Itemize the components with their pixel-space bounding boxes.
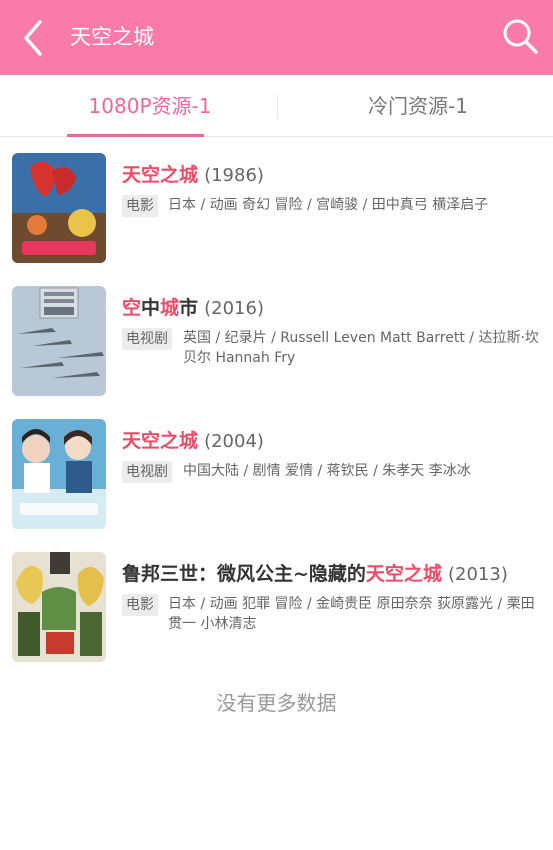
title-highlight: 城 <box>160 297 180 319</box>
type-badge: 电影 <box>122 195 158 217</box>
release-year: (2013) <box>447 564 508 585</box>
meta-text: 中国大陆 / 剧情 爱情 / 蒋钦民 / 朱孝天 李冰冰 <box>183 463 471 479</box>
page-title: 天空之城 <box>70 25 154 49</box>
title-highlight: 天空之城 <box>122 164 199 186</box>
poster-image[interactable] <box>12 419 106 529</box>
poster-image[interactable] <box>12 552 106 662</box>
release-year: (1986) <box>204 165 264 186</box>
result-title[interactable]: 天空之城 (1986) <box>122 161 264 190</box>
title-highlight: 天空之城 <box>365 563 442 585</box>
tab-1080p-source[interactable]: 1080P资源-1 <box>40 75 260 137</box>
result-item[interactable]: 空中城市 (2016) 电视剧 英国 / 纪录片 / Russell Leven… <box>0 286 553 398</box>
meta-text: 日本 / 动画 犯罪 冒险 / 金崎贵臣 原田奈奈 荻原露光 / 栗田贯一 小林… <box>168 596 535 632</box>
result-title[interactable]: 天空之城 (2004) <box>122 427 264 456</box>
result-title[interactable]: 空中城市 (2016) <box>122 294 264 323</box>
tab-rare-source[interactable]: 冷门资源-1 <box>300 75 536 137</box>
type-badge: 电视剧 <box>122 328 172 350</box>
release-year: (2016) <box>204 298 264 319</box>
meta-text: 日本 / 动画 奇幻 冒险 / 宫崎骏 / 田中真弓 横泽启子 <box>168 197 489 213</box>
title-text: 中 <box>141 297 161 319</box>
poster-image[interactable] <box>12 286 106 396</box>
result-item[interactable]: 天空之城 (1986) 电影 日本 / 动画 奇幻 冒险 / 宫崎骏 / 田中真… <box>0 153 553 265</box>
release-year: (2004) <box>204 431 264 452</box>
source-tabs: 1080P资源-1 冷门资源-1 <box>0 75 553 137</box>
result-meta: 电视剧 英国 / 纪录片 / Russell Leven Matt Barret… <box>122 328 542 368</box>
result-item[interactable]: 天空之城 (2004) 电视剧 中国大陆 / 剧情 爱情 / 蒋钦民 / 朱孝天… <box>0 419 553 531</box>
type-badge: 电影 <box>122 594 158 616</box>
back-chevron-icon[interactable] <box>18 18 52 58</box>
title-text: 市 <box>179 297 199 319</box>
result-item[interactable]: 鲁邦三世：微风公主~隐藏的天空之城 (2013) 电影 日本 / 动画 犯罪 冒… <box>0 552 553 664</box>
top-app-bar: 天空之城 <box>0 0 553 75</box>
result-meta: 电视剧 中国大陆 / 剧情 爱情 / 蒋钦民 / 朱孝天 李冰冰 <box>122 461 542 483</box>
title-text: 鲁邦三世：微风公主~隐藏的 <box>122 563 366 585</box>
tab-divider <box>277 95 278 119</box>
result-title[interactable]: 鲁邦三世：微风公主~隐藏的天空之城 (2013) <box>122 560 508 589</box>
meta-text: 英国 / 纪录片 / Russell Leven Matt Barrett / … <box>183 330 539 366</box>
poster-image[interactable] <box>12 153 106 263</box>
result-meta: 电影 日本 / 动画 奇幻 冒险 / 宫崎骏 / 田中真弓 横泽启子 <box>122 195 542 217</box>
active-tab-indicator <box>67 134 204 137</box>
title-highlight: 天空之城 <box>122 430 199 452</box>
result-meta: 电影 日本 / 动画 犯罪 冒险 / 金崎贵臣 原田奈奈 荻原露光 / 栗田贯一… <box>122 594 542 634</box>
title-highlight: 空 <box>122 297 142 319</box>
type-badge: 电视剧 <box>122 461 172 483</box>
no-more-data-label: 没有更多数据 <box>216 691 337 715</box>
search-icon[interactable] <box>500 16 540 56</box>
